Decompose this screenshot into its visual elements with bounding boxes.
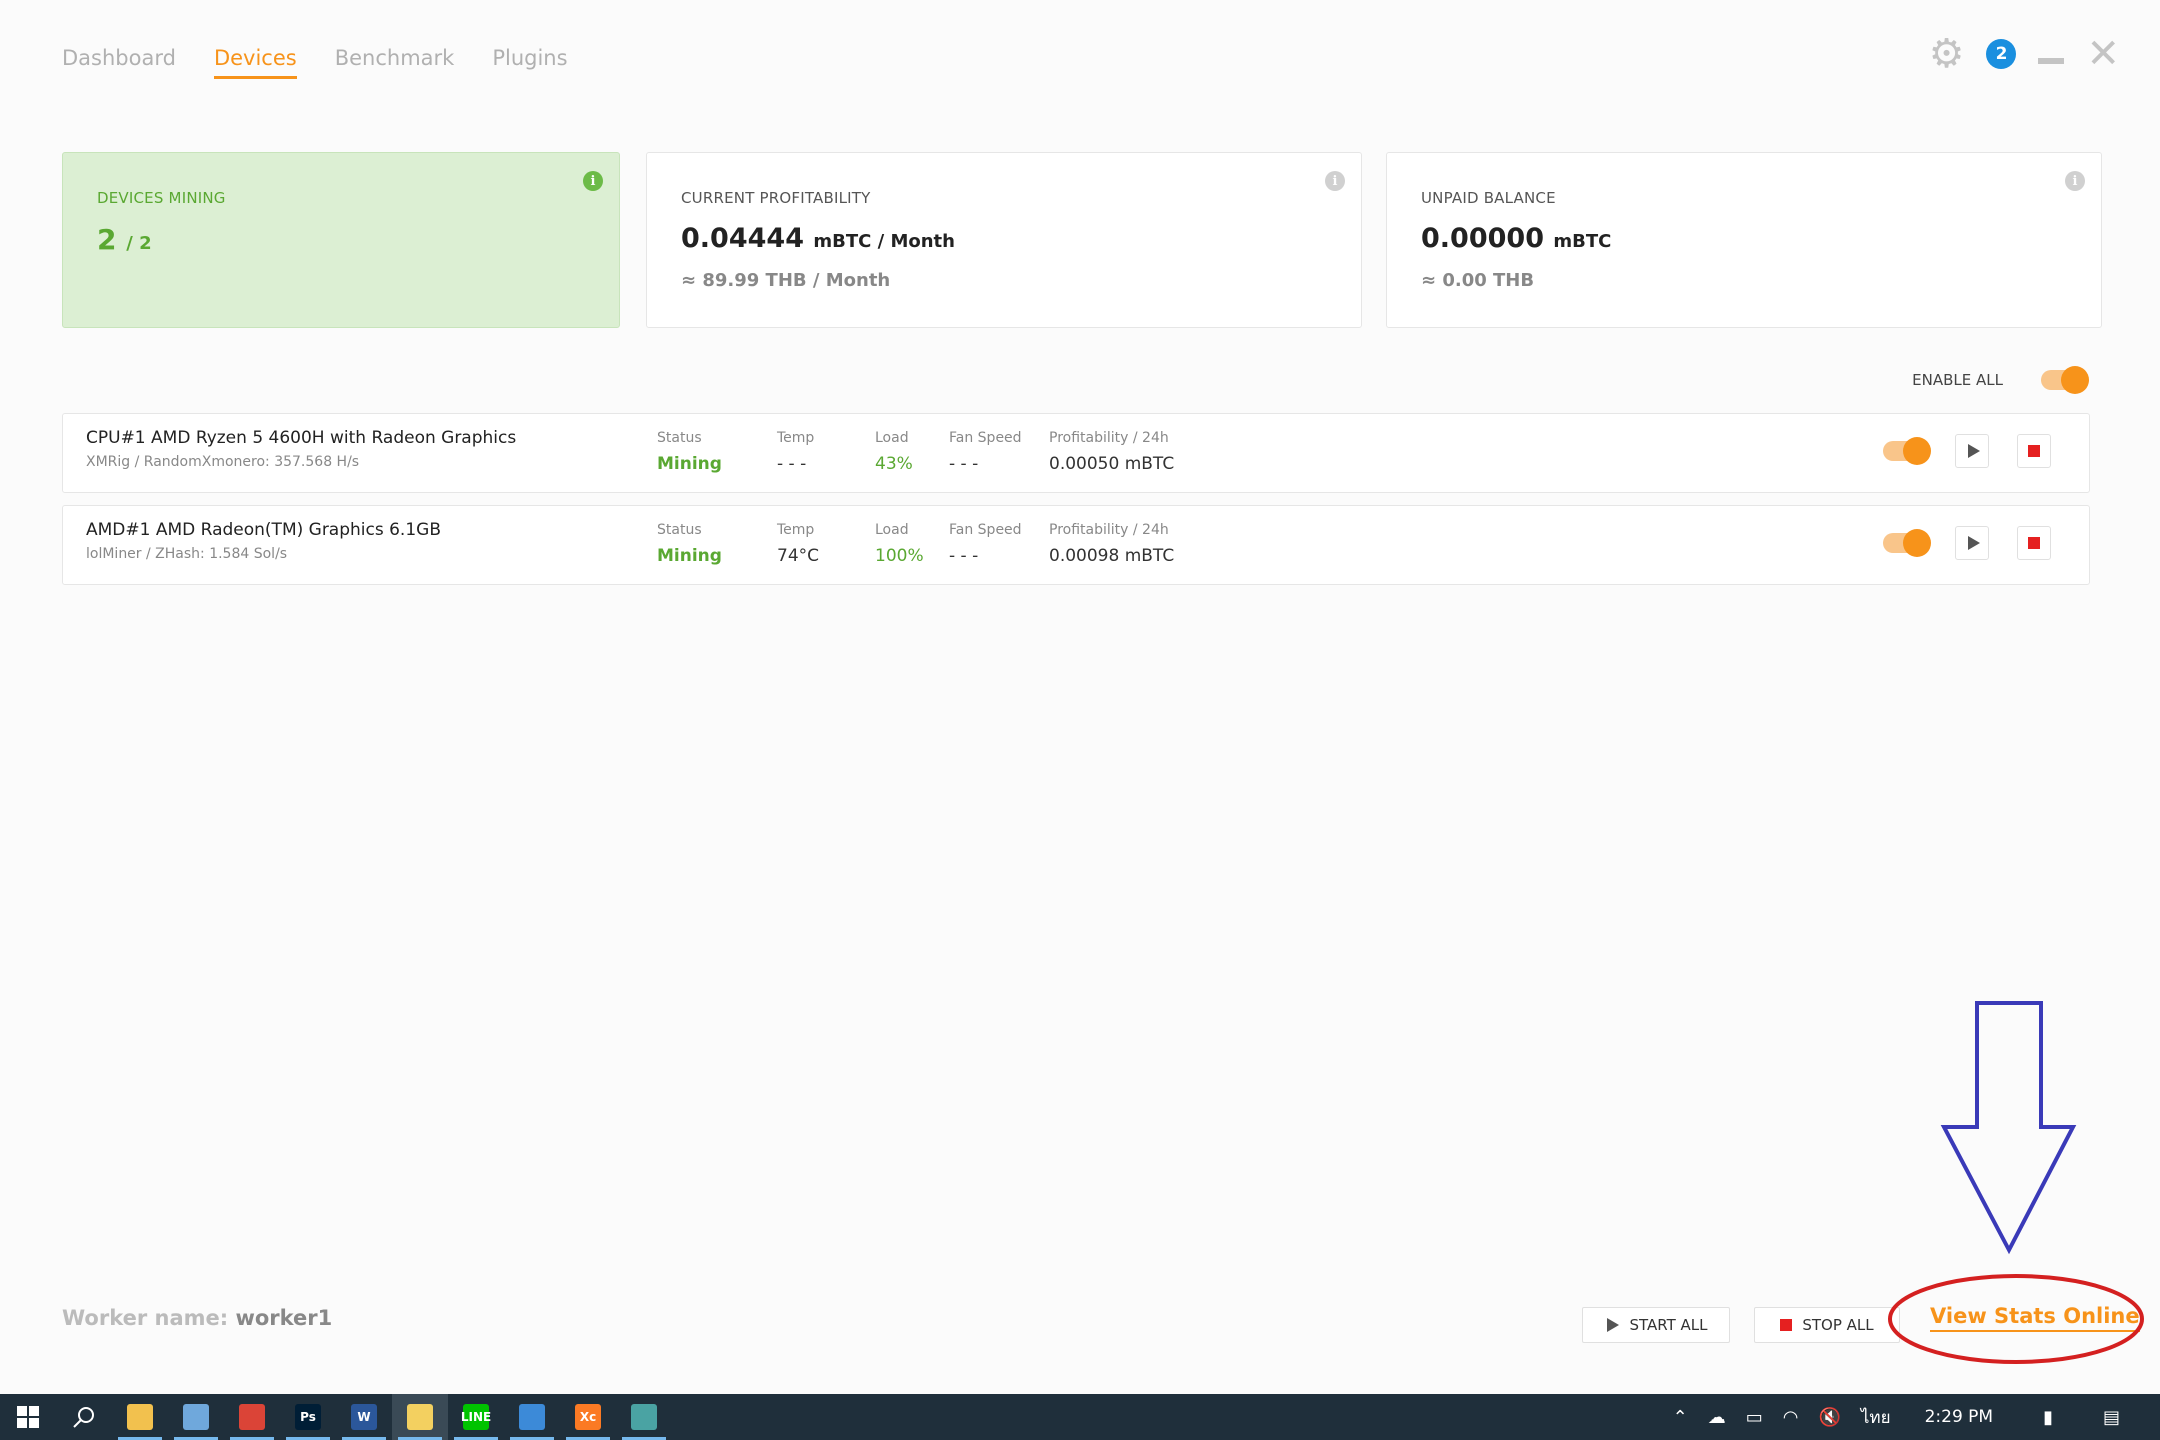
unpaid-balance-card: i UNPAID BALANCE 0.00000 mBTC ≈ 0.00 THB bbox=[1386, 152, 2102, 328]
temp-value: - - - bbox=[777, 454, 807, 474]
cloud-icon[interactable]: ☁ bbox=[1708, 1407, 1726, 1428]
status-column: Status Mining bbox=[657, 430, 722, 474]
tab-dashboard[interactable]: Dashboard bbox=[62, 46, 176, 79]
status-value: Mining bbox=[657, 454, 722, 474]
device-enable-toggle[interactable] bbox=[1883, 529, 1931, 557]
action-center-icon[interactable]: ▤ bbox=[2103, 1407, 2120, 1428]
word-icon[interactable]: W bbox=[336, 1394, 392, 1440]
chevron-up-icon[interactable]: ⌃ bbox=[1673, 1407, 1688, 1428]
stop-icon bbox=[1780, 1319, 1793, 1331]
device-algorithm: XMRig / RandomXmonero: 357.568 H/s bbox=[86, 454, 360, 470]
close-icon[interactable]: ✕ bbox=[2086, 34, 2120, 74]
view-stats-online-link[interactable]: View Stats Online bbox=[1930, 1304, 2140, 1332]
card-title: DEVICES MINING bbox=[97, 189, 226, 207]
play-icon bbox=[1967, 536, 1980, 550]
profitability-card: i CURRENT PROFITABILITY 0.04444 mBTC / M… bbox=[646, 152, 1362, 328]
tab-devices[interactable]: Devices bbox=[213, 46, 297, 79]
stop-button[interactable] bbox=[2017, 434, 2051, 468]
stop-button[interactable] bbox=[2017, 526, 2051, 560]
speaker-muted-icon[interactable]: 🔇 bbox=[1818, 1407, 1840, 1428]
windows-start-icon[interactable] bbox=[0, 1394, 56, 1440]
temp-value: 74°C bbox=[777, 546, 820, 566]
profitability-fiat: ≈ 89.99 THB / Month bbox=[681, 270, 891, 291]
start-button[interactable] bbox=[1955, 526, 1989, 560]
load-value: 100% bbox=[875, 546, 924, 566]
profit-value: 0.00050 mBTC bbox=[1049, 454, 1175, 474]
load-value: 43% bbox=[875, 454, 913, 474]
info-icon[interactable]: i bbox=[1325, 171, 1345, 191]
info-icon[interactable]: i bbox=[2065, 171, 2085, 191]
profit-column: Profitability / 24h 0.00050 mBTC bbox=[1049, 430, 1175, 474]
device-algorithm: lolMiner / ZHash: 1.584 Sol/s bbox=[86, 546, 288, 562]
device-name: CPU#1 AMD Ryzen 5 4600H with Radeon Grap… bbox=[86, 428, 517, 448]
start-all-button[interactable]: START ALL bbox=[1582, 1307, 1730, 1343]
profit-value: 0.00098 mBTC bbox=[1049, 546, 1175, 566]
taskbar: Ps W LINE Xc ⌃ ☁ ▭ ◠ 🔇 ไทย 2:29 PM ▮ ▤ bbox=[0, 1394, 2160, 1440]
profitability-value: 0.04444 mBTC / Month bbox=[681, 223, 955, 254]
status-value: Mining bbox=[657, 546, 722, 566]
tab-benchmark[interactable]: Benchmark bbox=[335, 46, 455, 79]
fan-column: Fan Speed - - - bbox=[949, 522, 1022, 566]
window-controls: ⚙ 2 ✕ bbox=[1929, 34, 2120, 74]
device-enable-toggle[interactable] bbox=[1883, 437, 1931, 465]
devices-mining-card: i DEVICES MINING 2 / 2 bbox=[62, 152, 620, 328]
devices-mining-count: 2 / 2 bbox=[97, 223, 152, 256]
enable-all-control: ENABLE ALL bbox=[1912, 366, 2089, 394]
wifi-icon[interactable]: ◠ bbox=[1783, 1407, 1799, 1428]
image-viewer-icon[interactable] bbox=[168, 1394, 224, 1440]
search-icon[interactable] bbox=[56, 1394, 112, 1440]
chrome-icon[interactable] bbox=[224, 1394, 280, 1440]
card-title: CURRENT PROFITABILITY bbox=[681, 189, 871, 207]
photos-icon[interactable] bbox=[504, 1394, 560, 1440]
taskbar-apps: Ps W LINE Xc bbox=[112, 1394, 672, 1440]
stop-icon bbox=[2028, 445, 2040, 457]
play-icon bbox=[1607, 1318, 1620, 1332]
status-column: Status Mining bbox=[657, 522, 722, 566]
line-icon[interactable]: LINE bbox=[448, 1394, 504, 1440]
tab-plugins[interactable]: Plugins bbox=[492, 46, 567, 79]
balance-fiat: ≈ 0.00 THB bbox=[1421, 270, 1535, 291]
stop-icon bbox=[2028, 537, 2040, 549]
notification-badge[interactable]: 2 bbox=[1986, 39, 2017, 69]
profit-column: Profitability / 24h 0.00098 mBTC bbox=[1049, 522, 1175, 566]
fan-value: - - - bbox=[949, 454, 979, 474]
enable-all-toggle[interactable] bbox=[2041, 366, 2089, 394]
fan-value: - - - bbox=[949, 546, 979, 566]
language-indicator[interactable]: ไทย bbox=[1861, 1404, 1891, 1431]
device-row: CPU#1 AMD Ryzen 5 4600H with Radeon Grap… bbox=[62, 413, 2090, 493]
device-controls bbox=[1883, 526, 2051, 560]
worker-name: Worker name: worker1 bbox=[62, 1306, 333, 1330]
annotation-arrow bbox=[1940, 1001, 2077, 1255]
device-controls bbox=[1883, 434, 2051, 468]
enable-all-label: ENABLE ALL bbox=[1912, 371, 2003, 389]
fan-column: Fan Speed - - - bbox=[949, 430, 1022, 474]
clock[interactable]: 2:29 PM bbox=[1925, 1407, 1994, 1427]
nicehash-icon[interactable] bbox=[392, 1394, 448, 1440]
balance-value: 0.00000 mBTC bbox=[1421, 223, 1612, 254]
photoshop-icon[interactable]: Ps bbox=[280, 1394, 336, 1440]
load-column: Load 43% bbox=[875, 430, 913, 474]
window-app-icon[interactable] bbox=[616, 1394, 672, 1440]
battery-icon[interactable]: ▭ bbox=[1746, 1407, 1763, 1428]
play-icon bbox=[1967, 444, 1980, 458]
card-title: UNPAID BALANCE bbox=[1421, 189, 1556, 207]
xampp-icon[interactable]: Xc bbox=[560, 1394, 616, 1440]
main-nav: Dashboard Devices Benchmark Plugins bbox=[62, 46, 568, 79]
start-button[interactable] bbox=[1955, 434, 1989, 468]
device-name: AMD#1 AMD Radeon(TM) Graphics 6.1GB bbox=[86, 520, 441, 540]
gear-icon[interactable]: ⚙ bbox=[1929, 34, 1965, 74]
system-tray: ⌃ ☁ ▭ ◠ 🔇 ไทย 2:29 PM ▮ ▤ bbox=[1673, 1394, 2160, 1440]
stop-all-button[interactable]: STOP ALL bbox=[1754, 1307, 1900, 1343]
file-explorer-icon[interactable] bbox=[112, 1394, 168, 1440]
device-row: AMD#1 AMD Radeon(TM) Graphics 6.1GB lolM… bbox=[62, 505, 2090, 585]
load-column: Load 100% bbox=[875, 522, 924, 566]
info-icon[interactable]: i bbox=[583, 171, 603, 191]
input-indicator-icon[interactable]: ▮ bbox=[2043, 1407, 2053, 1428]
minimize-icon[interactable] bbox=[2038, 58, 2065, 64]
temp-column: Temp - - - bbox=[777, 430, 815, 474]
temp-column: Temp 74°C bbox=[777, 522, 820, 566]
